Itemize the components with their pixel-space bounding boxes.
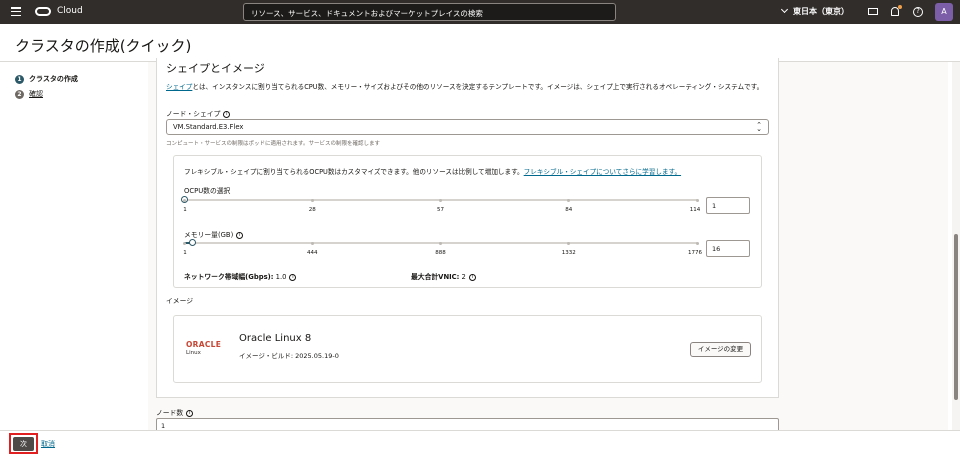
memory-label: メモリー量(GB) [184,231,234,239]
node-count-label: ノード数 [156,409,184,417]
info-icon[interactable]: i [223,110,231,118]
memory-tick-mark [439,241,442,245]
user-avatar[interactable]: A [935,3,953,21]
memory-tick-label: 888 [435,250,446,256]
memory-tick-label: 1 [183,250,187,256]
image-panel [173,315,762,383]
help-icon[interactable]: ? [913,7,923,17]
cancel-link[interactable]: 取消 [41,439,55,449]
memory-label-row: メモリー量(GB) i [184,229,244,239]
memory-tick-mark [695,241,699,245]
memory-tick-label: 444 [307,250,318,256]
node-shape-value: VM.Standard.E3.Flex [173,123,244,131]
info-icon[interactable]: i [468,273,476,281]
scrollbar-thumb[interactable] [954,234,958,400]
flex-description: フレキシブル・シェイプに割り当てられるOCPU数はカスタマイズできます。他のリソ… [184,166,681,176]
memory-amount-input[interactable]: 16 [706,240,750,257]
node-shape-hint: コンピュート・サービスの制限はポッドに適用されます。サービスの制限を確認します [166,141,380,147]
shape-link[interactable]: シェイプ [166,83,192,91]
page-header: クラスタの作成(クイック) [0,24,960,62]
flex-shape-learn-link[interactable]: フレキシブル・シェイプについてさらに学習します。 [524,168,681,176]
change-image-button[interactable]: イメージの変更 [690,342,751,357]
network-bandwidth-label: ネットワーク帯域幅(Gbps): [184,273,274,281]
memory-tick-mark [182,241,186,245]
memory-tick-label: 1776 [688,250,702,256]
memory-slider-handle[interactable] [188,239,196,246]
memory-tick-mark [567,241,571,245]
oracle-logo-sub: Linux [186,350,201,356]
max-vnic-label: 最大合計VNIC: [411,273,460,281]
image-name: Oracle Linux 8 [239,333,312,344]
ocpu-tick-mark [567,198,571,202]
brand-label[interactable]: Cloud [57,6,83,16]
info-icon[interactable]: i [289,273,297,281]
memory-tick-label: 1332 [561,250,576,256]
info-icon[interactable]: i [236,231,244,239]
network-bandwidth: ネットワーク帯域幅(Gbps): 1.0 i [184,271,297,281]
node-shape-select[interactable]: VM.Standard.E3.Flex ⌃ ⌄ [166,119,769,135]
ocpu-tick-mark [695,198,699,202]
ocpu-tick-mark [182,198,186,202]
max-vnic: 最大合計VNIC: 2i [411,271,476,281]
shape-description-text: とは、インスタンスに割り当てられるCPU数、メモリー・サイズおよびその他のリソー… [192,83,764,91]
page-title: クラスタの作成(クイック) [15,37,192,55]
notifications-icon[interactable] [891,5,902,16]
wizard-steps: 1 クラスタの作成 2 確認 [15,72,78,102]
ocpu-tick-label: 57 [437,207,444,213]
region-selector[interactable]: 東日本（東京） [780,5,849,17]
section-heading: シェイプとイメージ [166,62,265,75]
ocpu-tick-label: 1 [183,207,187,213]
image-label: イメージ [166,297,194,305]
max-vnic-value: 2 [461,273,466,281]
global-search-input[interactable]: リソース、サービス、ドキュメントおよびマーケットプレイスの検索 [243,3,616,21]
step-review[interactable]: 2 確認 [15,87,78,101]
node-count-label-row: ノード数 i [156,407,194,417]
shape-description: シェイプとは、インスタンスに割り当てられるCPU数、メモリー・サイズおよびその他… [166,82,776,92]
ocpu-tick-label: 84 [565,207,573,213]
flex-description-text: フレキシブル・シェイプに割り当てられるOCPU数はカスタマイズできます。他のリソ… [184,168,524,176]
ocpu-tick-mark [439,198,442,202]
image-build: イメージ・ビルド: 2025.05.19-0 [239,352,339,360]
chevron-up-down-icon: ⌃ ⌄ [756,121,762,133]
cloud-shell-icon[interactable] [868,8,878,15]
network-bandwidth-value: 1.0 [275,273,287,281]
oracle-logo-icon[interactable] [35,7,51,16]
step-number: 1 [15,74,24,84]
ocpu-tick-label: 114 [689,207,701,213]
region-label: 東日本（東京） [793,7,849,16]
chevron-down-icon [780,5,789,14]
ocpu-count-input[interactable]: 1 [706,197,750,214]
footer-bar [0,430,960,456]
oracle-logo-word: ORACLE [186,340,222,349]
ocpu-label: OCPU数の選択 [184,187,231,195]
memory-tick-mark [310,241,314,245]
step-label: クラスタの作成 [29,75,78,83]
hamburger-menu-icon[interactable] [11,7,21,16]
info-icon[interactable]: i [186,409,194,417]
next-button[interactable]: 次 [13,437,34,451]
node-shape-label: ノード・シェイプ [166,110,221,118]
top-navigation-bar: Cloud リソース、サービス、ドキュメントおよびマーケットプレイスの検索 東日… [0,0,960,24]
step-label: 確認 [29,90,43,98]
step-create-cluster[interactable]: 1 クラスタの作成 [15,72,78,86]
ocpu-tick-mark [310,198,314,202]
node-shape-label-row: ノード・シェイプ i [166,108,231,118]
step-number: 2 [15,89,24,99]
ocpu-tick-label: 28 [308,207,316,213]
